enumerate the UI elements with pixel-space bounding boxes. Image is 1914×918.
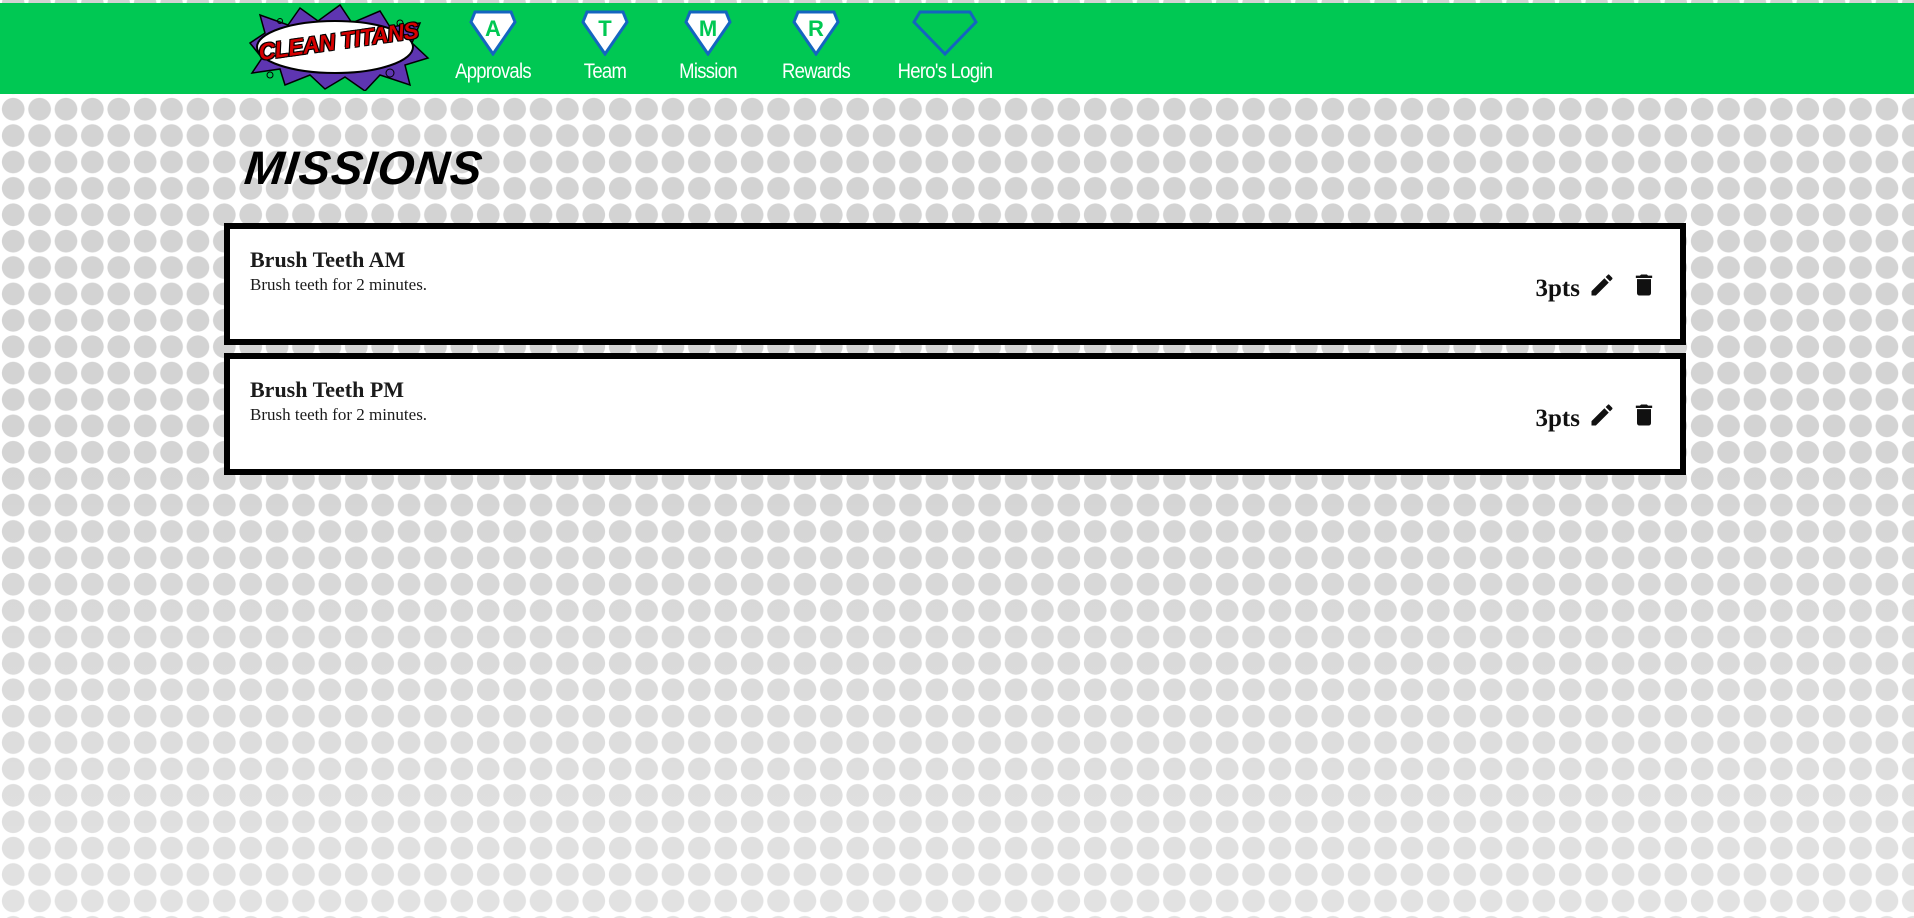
diamond-icon: M [684, 10, 732, 56]
mission-card: Brush Teeth PM Brush teeth for 2 minutes… [224, 353, 1686, 475]
mission-description: Brush teeth for 2 minutes. [250, 275, 428, 294]
mission-description: Brush teeth for 2 minutes. [250, 405, 428, 424]
nav-label-team: Team [583, 60, 627, 83]
nav-item-heros-login[interactable]: Hero's Login [883, 10, 1007, 94]
pencil-icon[interactable] [1588, 271, 1616, 299]
trash-icon[interactable] [1630, 271, 1658, 299]
diamond-icon: R [792, 10, 840, 56]
diamond-icon [912, 10, 978, 56]
nav-label-rewards: Rewards [781, 60, 851, 83]
mission-points: 3pts [1535, 275, 1580, 302]
nav-letter: R [808, 16, 824, 41]
mission-title: Brush Teeth PM [250, 377, 405, 402]
nav-letter: T [598, 16, 612, 41]
nav-letter: M [699, 16, 717, 41]
nav-item-team[interactable]: T Team [560, 10, 650, 94]
nav-item-approvals[interactable]: A Approvals [448, 10, 538, 94]
mission-points: 3pts [1535, 405, 1580, 432]
background-fade [0, 95, 1914, 918]
nav-label-mission: Mission [679, 60, 737, 83]
pencil-icon[interactable] [1588, 401, 1616, 429]
nav-item-mission[interactable]: M Mission [663, 10, 753, 94]
diamond-icon: T [581, 10, 629, 56]
diamond-icon: A [469, 10, 517, 56]
mission-title: Brush Teeth AM [250, 247, 406, 272]
nav-letter: A [485, 16, 501, 41]
page-title: MISSIONS [242, 141, 486, 194]
nav-label-approvals: Approvals [455, 60, 532, 83]
nav-label-heros-login: Hero's Login [897, 60, 993, 83]
nav-item-rewards[interactable]: R Rewards [771, 10, 861, 94]
mission-card: Brush Teeth AM Brush teeth for 2 minutes… [224, 223, 1686, 345]
trash-icon[interactable] [1630, 401, 1658, 429]
